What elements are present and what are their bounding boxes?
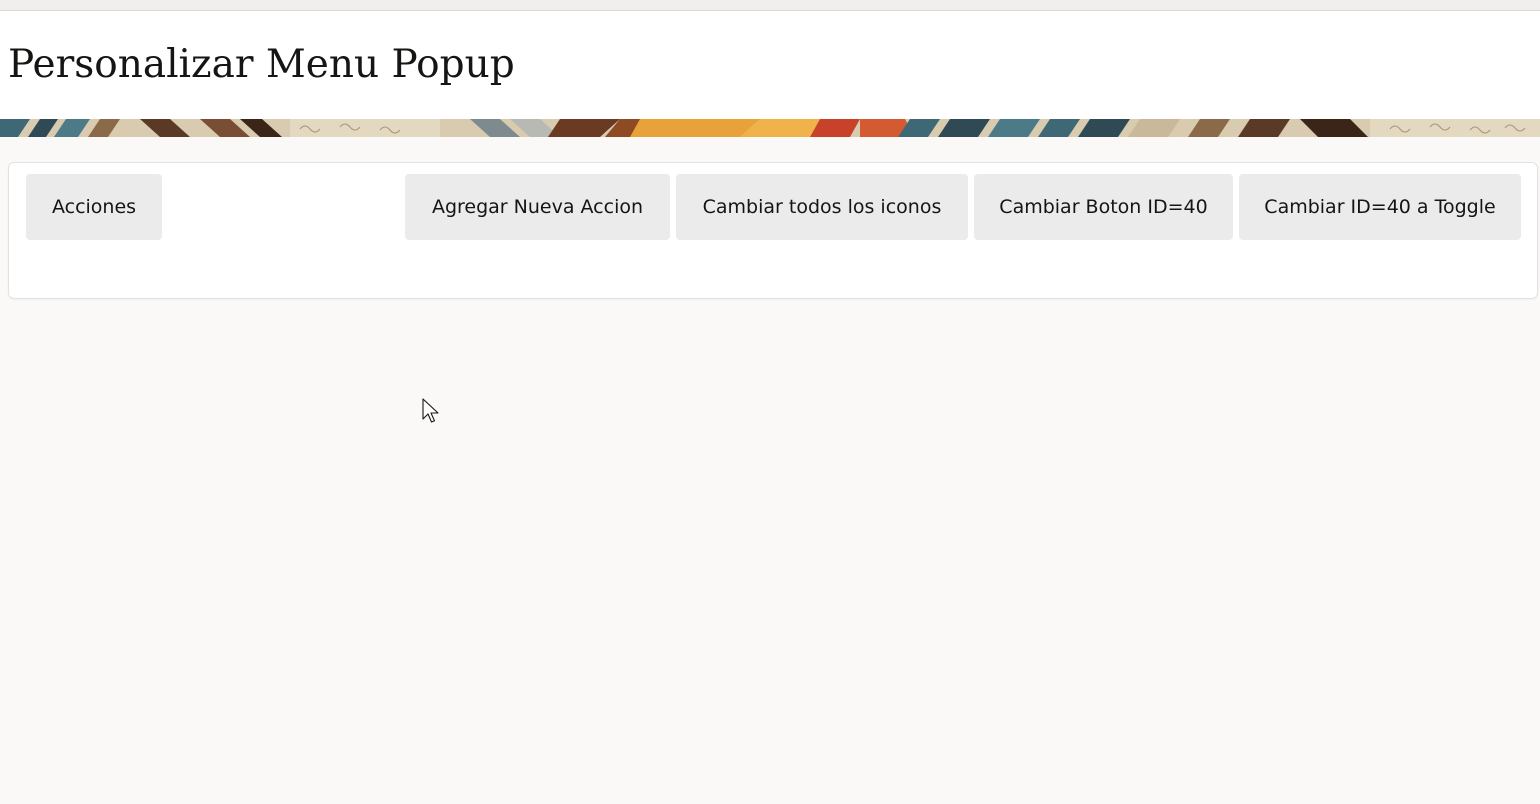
cambiar-id40-toggle-button[interactable]: Cambiar ID=40 a Toggle bbox=[1239, 174, 1521, 240]
page-header: Personalizar Menu Popup bbox=[0, 11, 1540, 119]
browser-top-strip bbox=[0, 0, 1540, 11]
cambiar-boton-id40-button[interactable]: Cambiar Boton ID=40 bbox=[974, 174, 1233, 240]
agregar-nueva-accion-button[interactable]: Agregar Nueva Accion bbox=[405, 174, 670, 240]
decorative-banner bbox=[0, 119, 1540, 137]
page-title: Personalizar Menu Popup bbox=[8, 42, 515, 87]
banner-pattern bbox=[0, 119, 1540, 137]
mouse-cursor-icon bbox=[422, 398, 439, 423]
cambiar-todos-iconos-button[interactable]: Cambiar todos los iconos bbox=[676, 174, 968, 240]
acciones-menu-button[interactable]: Acciones bbox=[26, 174, 162, 240]
